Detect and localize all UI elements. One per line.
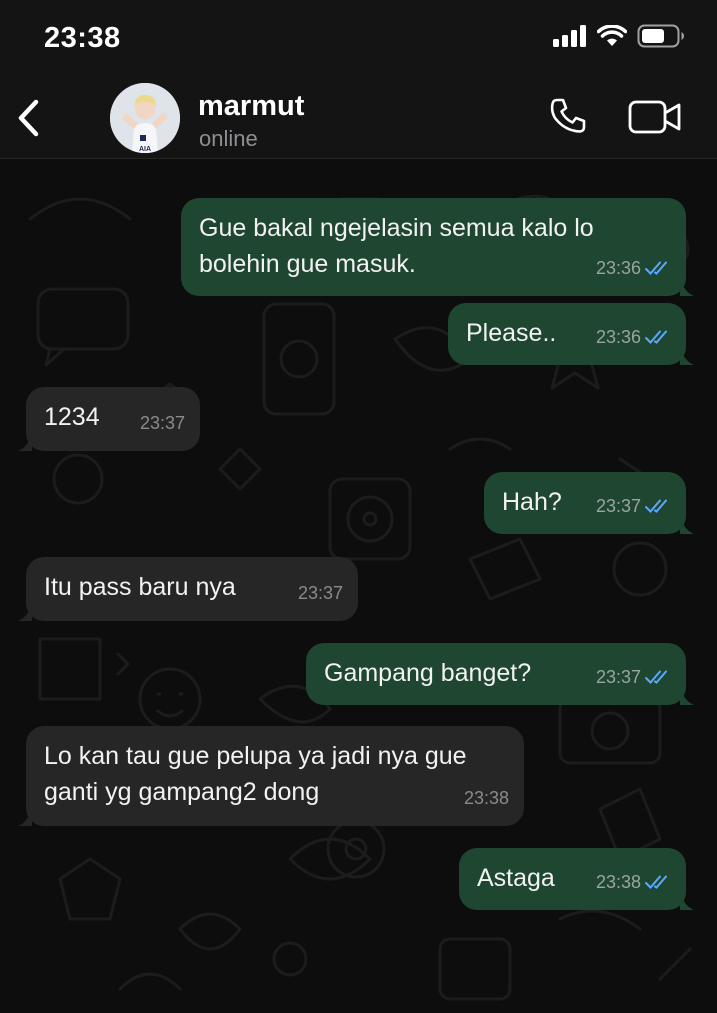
- bubble-tail: [18, 433, 32, 451]
- status-time: 23:38: [44, 22, 121, 54]
- double-check-icon: [645, 261, 667, 275]
- status-bar: 23:38: [0, 0, 717, 80]
- video-camera-icon[interactable]: [628, 100, 682, 134]
- message-bubble-outgoing[interactable]: Astaga 23:38: [459, 848, 694, 910]
- message-time: 23:37: [595, 667, 641, 687]
- chat-area[interactable]: Gue bakal ngejelasin semua kalo lo boleh…: [0, 159, 717, 1013]
- phone-icon[interactable]: [548, 96, 588, 136]
- message-meta: 23:38: [596, 864, 671, 900]
- message-text: Astaga: [477, 864, 555, 892]
- message-meta: 23:37: [140, 405, 185, 441]
- wifi-icon: [597, 25, 627, 46]
- status-icons: [553, 24, 685, 48]
- message-bubble-incoming[interactable]: Lo kan tau gue pelupa ya jadi nya gue ga…: [18, 726, 524, 826]
- message-time: 23:36: [595, 258, 641, 278]
- bubble-tail: [680, 516, 694, 534]
- message-meta: 23:36: [596, 250, 671, 286]
- svg-text:AIA: AIA: [139, 146, 151, 153]
- message-text: Gampang banget?: [324, 659, 532, 687]
- battery-icon: [637, 24, 684, 48]
- message-text: Gue bakal ngejelasin semua kalo lo boleh…: [199, 214, 594, 278]
- message-text: Please..: [466, 319, 557, 347]
- message-text: Lo kan tau gue pelupa ya jadi nya gue ga…: [44, 742, 467, 806]
- message-text: 1234: [44, 403, 100, 431]
- double-check-icon: [645, 499, 667, 513]
- bubble-tail: [18, 603, 32, 621]
- message-meta: 23:37: [596, 659, 671, 695]
- avatar[interactable]: AIA: [110, 83, 180, 153]
- bubble-tail: [680, 687, 694, 705]
- message-time: 23:38: [463, 788, 509, 808]
- message-meta: 23:36: [596, 319, 671, 355]
- message-bubble-outgoing[interactable]: Gampang banget? 23:37: [306, 643, 694, 705]
- message-meta: 23:38: [464, 780, 509, 816]
- message-text: Hah?: [502, 488, 562, 516]
- message-bubble-outgoing[interactable]: Gue bakal ngejelasin semua kalo lo boleh…: [181, 198, 694, 296]
- message-bubble-outgoing[interactable]: Hah? 23:37: [484, 472, 694, 534]
- bubble-tail: [680, 347, 694, 365]
- chevron-left-icon[interactable]: [14, 98, 44, 138]
- contact-status: online: [199, 126, 258, 151]
- message-bubble-incoming[interactable]: 1234 23:37: [18, 387, 200, 451]
- double-check-icon: [645, 670, 667, 684]
- double-check-icon: [645, 330, 667, 344]
- bubble-tail: [680, 892, 694, 910]
- cellular-signal-icon: [553, 25, 586, 47]
- message-time: 23:37: [139, 413, 185, 433]
- bubble-tail: [680, 278, 694, 296]
- message-time: 23:37: [595, 496, 641, 516]
- message-time: 23:36: [595, 327, 641, 347]
- bubble-tail: [18, 808, 32, 826]
- message-time: 23:37: [297, 583, 343, 603]
- message-text: Itu pass baru nya: [44, 573, 236, 601]
- message-bubble-incoming[interactable]: Itu pass baru nya 23:37: [18, 557, 358, 621]
- double-check-icon: [645, 875, 667, 889]
- message-meta: 23:37: [596, 488, 671, 524]
- chat-header: AIA marmut online: [0, 80, 717, 159]
- message-meta: 23:37: [298, 575, 343, 611]
- message-time: 23:38: [595, 872, 641, 892]
- message-bubble-outgoing[interactable]: Please.. 23:36: [448, 303, 694, 365]
- avatar-photo: AIA: [110, 83, 180, 153]
- contact-name[interactable]: marmut: [198, 90, 304, 123]
